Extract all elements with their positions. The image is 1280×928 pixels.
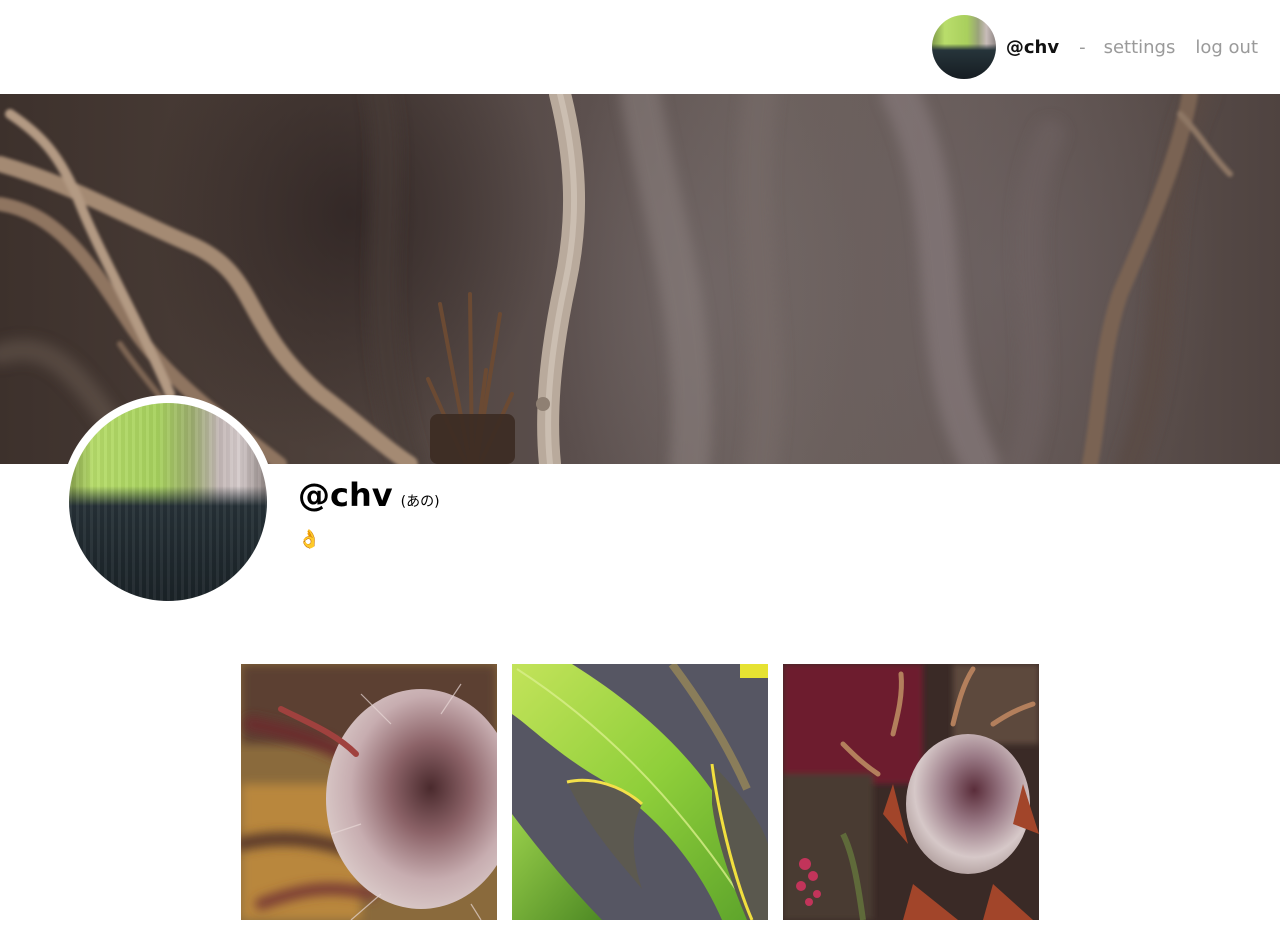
nav-separator: - (1079, 36, 1086, 58)
profile-avatar[interactable] (61, 395, 275, 609)
profile-display-name: (あの) (400, 494, 440, 510)
profile-avatar-image (69, 403, 267, 601)
photo-protea-closeup-image (241, 664, 497, 920)
photo-thumbnail-3[interactable] (783, 664, 1039, 920)
photo-thumbnail-2[interactable] (512, 664, 768, 920)
photo-thumbnail-1[interactable] (241, 664, 497, 920)
photo-green-leaves-image (512, 664, 768, 920)
nav-avatar[interactable] (931, 15, 996, 79)
profile-handle: @chv (298, 476, 393, 514)
top-navigation-bar: @chv - settings log out (0, 0, 1280, 94)
photo-grid (241, 664, 1041, 920)
profile-bio: 👌 (298, 529, 321, 550)
nav-username-link[interactable]: @chv (1006, 37, 1059, 58)
nav-user-menu: @chv - settings log out (931, 15, 1258, 79)
logout-link[interactable]: log out (1195, 37, 1258, 58)
profile-name-row: @chv (あの) (298, 476, 440, 514)
settings-link[interactable]: settings (1104, 37, 1176, 58)
photo-protea-bouquet-image (783, 664, 1039, 920)
